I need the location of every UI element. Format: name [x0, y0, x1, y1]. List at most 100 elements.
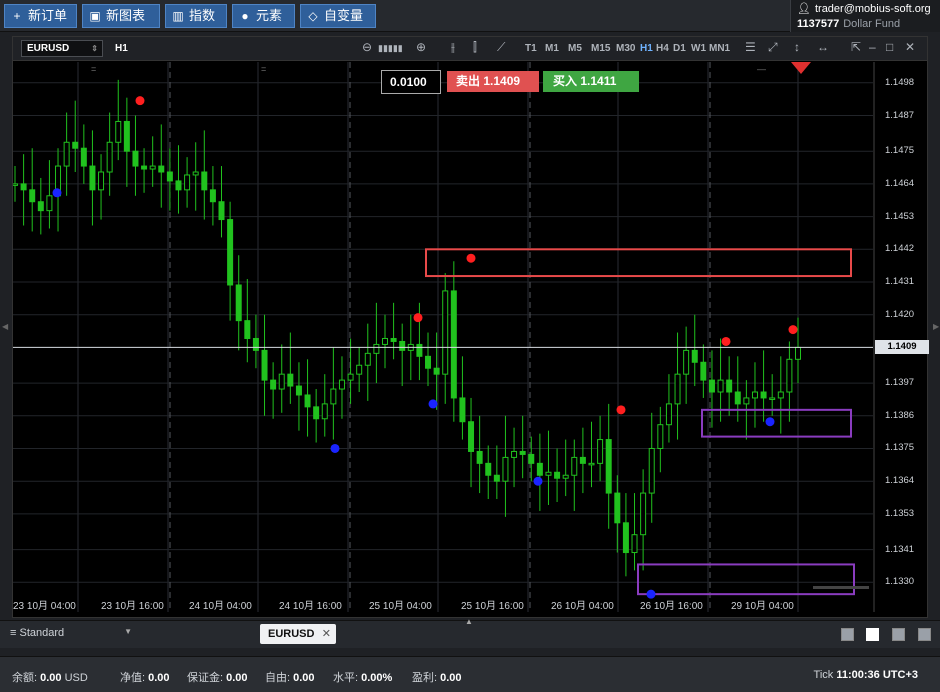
- layout-grid-icon[interactable]: [866, 628, 879, 641]
- close-icon[interactable]: ✕: [905, 40, 915, 54]
- layout-single-icon[interactable]: [841, 628, 854, 641]
- buy-signal-dot: [330, 443, 340, 453]
- profile-selector[interactable]: ≡ Standard ▼: [10, 627, 132, 639]
- user-icon: 👤︎: [797, 3, 811, 15]
- timeframe-h4[interactable]: H4: [656, 43, 669, 54]
- sell-signal-dot: [466, 253, 476, 263]
- horizontal-scrollbar[interactable]: [813, 586, 869, 589]
- candle: [381, 337, 388, 345]
- layout-rows-icon[interactable]: [918, 628, 931, 641]
- candle: [657, 424, 664, 449]
- price-tick-label: 1.1397: [885, 377, 915, 389]
- candlestick-icon[interactable]: ⫿: [473, 40, 477, 55]
- price-tick-label: 1.1453: [885, 210, 915, 222]
- right-collapse-icon[interactable]: ▶: [933, 322, 939, 332]
- new-order-button[interactable]: + 新订单: [4, 4, 77, 28]
- candle: [476, 450, 483, 464]
- candle: [261, 349, 268, 381]
- timeframe-m1[interactable]: M1: [545, 43, 559, 54]
- time-tick-label: 25 10月 04:00: [369, 601, 432, 612]
- timeframe-m15[interactable]: M15: [591, 43, 610, 54]
- time-tick-label: 26 10月 16:00: [640, 601, 703, 612]
- timeframe-d1[interactable]: D1: [673, 43, 686, 54]
- price-tick-label: 1.1498: [885, 76, 915, 88]
- buy-button[interactable]: 买入 1.1411: [543, 71, 639, 92]
- margin-level-item: 水平: 0.00%: [333, 669, 392, 685]
- zoom-out-icon[interactable]: ⊖: [362, 40, 372, 54]
- balance-value: 0.00: [40, 672, 62, 684]
- line-chart-icon[interactable]: ⟋: [497, 40, 505, 55]
- candle: [158, 165, 165, 173]
- candle: [416, 343, 423, 357]
- maximize-icon[interactable]: □: [886, 40, 893, 54]
- current-price-label: 1.1409: [875, 340, 929, 355]
- chart-window: EURUSD ⇕ H1 ⊖ ▮▮▮▮▮ ⊕ ⫲ ⫿ ⟋ T1 M1 M5 M15 M30…: [12, 36, 929, 618]
- candle: [373, 343, 380, 354]
- candle: [80, 147, 87, 167]
- buy-signal-dot: [428, 399, 438, 409]
- minimize-icon[interactable]: –: [869, 40, 876, 54]
- account-panel[interactable]: 👤︎ trader@mobius-soft.org 1137577 Dollar F…: [790, 0, 940, 32]
- new-chart-button[interactable]: ▣ 新图表: [82, 4, 160, 28]
- close-tab-icon[interactable]: ✕: [322, 624, 331, 644]
- candle: [674, 373, 681, 405]
- grid-lines-icon[interactable]: ☰: [745, 40, 756, 54]
- candle: [321, 403, 328, 420]
- price-tick-label: 1.1386: [885, 409, 915, 421]
- sell-label: 卖出: [456, 74, 481, 88]
- bar-chart-icon[interactable]: ⫲: [451, 40, 455, 55]
- timezone-selector[interactable]: UTC+3: [883, 669, 918, 681]
- candle: [691, 349, 698, 363]
- equity-item: 净值: 0.00: [120, 669, 170, 685]
- timeframe-mn1[interactable]: MN1: [709, 43, 730, 54]
- price-tick-label: 1.1475: [885, 145, 915, 157]
- price-chart[interactable]: = = —: [13, 62, 927, 618]
- candle: [338, 379, 345, 390]
- zoom-in-icon[interactable]: ⊕: [416, 40, 426, 54]
- candle: [313, 406, 320, 420]
- free-margin-item: 自由: 0.00: [265, 669, 315, 685]
- elements-button[interactable]: ● 元素: [232, 4, 295, 28]
- horizontal-line-icon[interactable]: ↔: [817, 40, 829, 54]
- expand-panel-icon[interactable]: ▲: [465, 617, 473, 626]
- free-margin-value: 0.00: [293, 672, 315, 684]
- price-tick-label: 1.1375: [885, 442, 915, 454]
- layout-columns-icon[interactable]: [892, 628, 905, 641]
- candle: [588, 462, 595, 466]
- candle: [166, 171, 173, 182]
- indicators-button[interactable]: ▥ 指数: [165, 4, 227, 28]
- timeframe-t1[interactable]: T1: [525, 43, 537, 54]
- sell-button[interactable]: 卖出 1.1409: [447, 71, 539, 92]
- candle: [425, 355, 432, 369]
- lot-size-input[interactable]: 0.0100: [381, 70, 441, 94]
- candle: [270, 379, 277, 390]
- buy-price: 1.1411: [580, 74, 617, 88]
- candle: [726, 379, 733, 393]
- candle: [769, 397, 776, 400]
- variables-button[interactable]: ◇ 自变量: [300, 4, 376, 28]
- trend-line-icon[interactable]: ⤢: [768, 40, 778, 55]
- timeframe-h1[interactable]: H1: [640, 43, 653, 54]
- price-tick-label: 1.1442: [885, 243, 915, 255]
- candle: [493, 474, 500, 482]
- vertical-line-icon[interactable]: ↕: [794, 40, 800, 54]
- symbol-selector[interactable]: EURUSD ⇕: [21, 40, 103, 57]
- profile-name: Standard: [19, 627, 65, 639]
- left-collapse-icon[interactable]: ◀: [2, 322, 8, 332]
- detach-icon[interactable]: ⇱: [851, 40, 861, 54]
- candle: [450, 290, 457, 399]
- period-marker: =: [261, 64, 266, 74]
- timeframe-m5[interactable]: M5: [568, 43, 582, 54]
- account-status-bar: 余额: 0.00 USD 净值: 0.00 保证金: 0.00 自由: 0.00…: [0, 656, 940, 692]
- time-tick-label: 24 10月 04:00: [189, 601, 252, 612]
- buy-label: 买入: [553, 74, 578, 88]
- candle: [115, 120, 122, 143]
- time-axis: 23 10月 04:00 23 10月 16:00 24 10月 04:00 24 1…: [13, 593, 875, 617]
- candle: [717, 379, 724, 393]
- timeframe-m30[interactable]: M30: [616, 43, 635, 54]
- candle: [295, 385, 302, 396]
- candle: [708, 379, 715, 393]
- chart-tab-eurusd[interactable]: EURUSD ✕: [260, 624, 336, 644]
- timeframe-w1[interactable]: W1: [691, 43, 706, 54]
- zoom-scale-icon: ▮▮▮▮▮: [378, 43, 403, 53]
